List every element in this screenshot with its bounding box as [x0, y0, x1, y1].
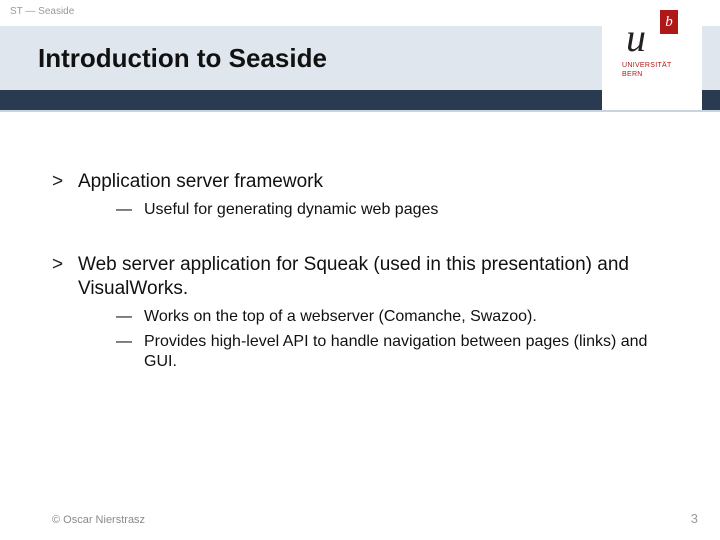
slide: ST — Seaside Introduction to Seaside u b…	[0, 0, 720, 540]
dash-icon: —	[116, 200, 144, 220]
slide-title: Introduction to Seaside	[0, 43, 327, 74]
chevron-right-icon: >	[52, 170, 78, 194]
bullet-lvl2: — Provides high-level API to handle navi…	[116, 332, 660, 373]
bullet-block: > Web server application for Squeak (use…	[52, 253, 660, 373]
subbullet-text: Provides high-level API to handle naviga…	[144, 332, 660, 373]
subbullet-text: Useful for generating dynamic web pages	[144, 200, 660, 220]
logo-line2: BERN	[622, 71, 643, 78]
chevron-right-icon: >	[52, 253, 78, 302]
bullet-text: Web server application for Squeak (used …	[78, 253, 660, 302]
logo-letter-b: b	[660, 10, 678, 34]
page-number: 3	[691, 511, 698, 526]
content-area: > Application server framework — Useful …	[52, 170, 660, 405]
logo-letter-u: u	[626, 14, 646, 61]
divider-line	[0, 110, 720, 112]
footer-copyright: © Oscar Nierstrasz	[52, 514, 145, 526]
bullet-lvl1: > Web server application for Squeak (use…	[52, 253, 660, 302]
breadcrumb: ST — Seaside	[10, 6, 74, 17]
dash-icon: —	[116, 307, 144, 327]
university-logo: u b UNIVERSITÄT BERN	[602, 0, 702, 110]
bullet-lvl2: — Useful for generating dynamic web page…	[116, 200, 660, 220]
bullet-block: > Application server framework — Useful …	[52, 170, 660, 221]
bullet-text: Application server framework	[78, 170, 660, 194]
dash-icon: —	[116, 332, 144, 373]
bullet-lvl2: — Works on the top of a webserver (Coman…	[116, 307, 660, 327]
logo-line1: UNIVERSITÄT	[622, 62, 672, 69]
bullet-lvl1: > Application server framework	[52, 170, 660, 194]
subbullet-text: Works on the top of a webserver (Comanch…	[144, 307, 660, 327]
logo-text: UNIVERSITÄT BERN	[622, 62, 672, 80]
